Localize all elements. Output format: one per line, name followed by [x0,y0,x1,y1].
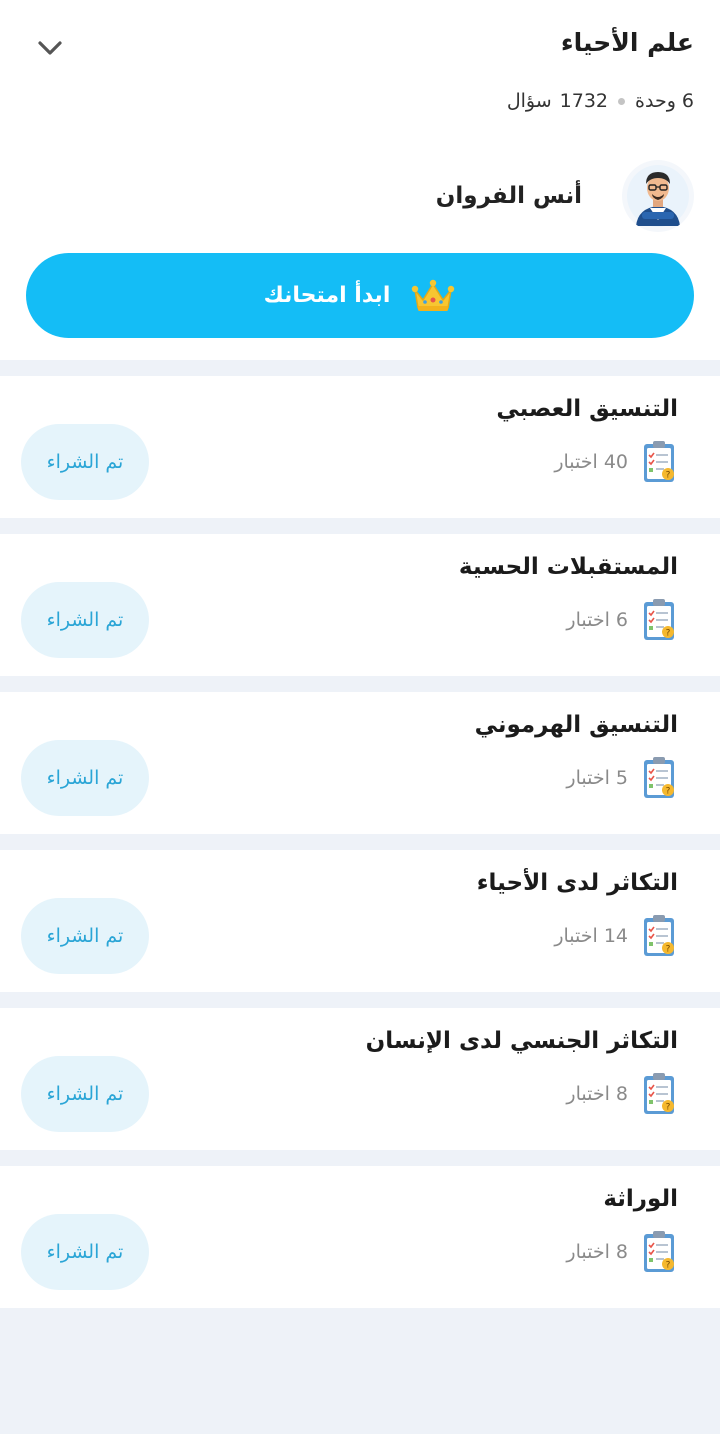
svg-text:?: ? [666,1261,671,1271]
unit-title: التكاثر لدى الأحياء [476,870,678,896]
clipboard-checklist-icon: ? [642,598,676,642]
units-count: 6 وحدة [635,90,694,112]
chevron-down-icon [38,41,62,55]
svg-text:?: ? [666,945,671,955]
unit-title: التكاثر الجنسي لدى الإنسان [365,1028,678,1054]
svg-text:?: ? [666,471,671,481]
clipboard-checklist-icon: ? [642,914,676,958]
unit-tests-count: 8 اختبار [566,1083,628,1105]
clipboard-checklist-icon: ? [642,1230,676,1274]
unit-tests-count: 8 اختبار [566,1241,628,1263]
unit-stats: ? 8 اختبار [566,1230,676,1274]
teacher-info[interactable]: أنس الفروان [436,160,694,232]
unit-card[interactable]: التنسيق العصبي ? 40 اختبار تم الشراء [0,376,720,518]
unit-tests-count: 5 اختبار [566,767,628,789]
collapse-button[interactable] [30,30,70,66]
purchased-button[interactable]: تم الشراء [21,898,149,974]
teacher-avatar [622,160,694,232]
unit-stats: ? 8 اختبار [566,1072,676,1116]
unit-tests-count: 14 اختبار [554,925,628,947]
clipboard-checklist-icon: ? [642,1072,676,1116]
separator-dot [618,97,626,105]
unit-card[interactable]: المستقبلات الحسية ? 6 اختبار تم الشراء [0,534,720,676]
unit-stats: ? 40 اختبار [554,440,676,484]
unit-stats: ? 14 اختبار [554,914,676,958]
avatar-illustration [627,165,689,227]
purchased-button[interactable]: تم الشراء [21,1056,149,1132]
subject-meta: 6 وحدة 1732 سؤال [507,90,694,112]
unit-stats: ? 5 اختبار [566,756,676,800]
teacher-name: أنس الفروان [435,183,582,209]
unit-card[interactable]: التكاثر لدى الأحياء ? 14 اختبار تم الشرا… [0,850,720,992]
unit-title: التنسيق الهرموني [474,712,678,738]
start-exam-button[interactable]: ابدأ امتحانك [26,253,694,338]
purchased-button[interactable]: تم الشراء [21,424,149,500]
clipboard-checklist-icon: ? [642,756,676,800]
start-exam-label: ابدأ امتحانك [263,283,391,308]
unit-title: التنسيق العصبي [496,396,678,422]
subject-title: علم الأحياء [560,28,694,57]
clipboard-checklist-icon: ? [642,440,676,484]
svg-text:?: ? [666,1103,671,1113]
questions-count: 1732 [559,90,609,112]
units-list: التنسيق العصبي ? 40 اختبار تم الشراء الم… [0,376,720,1308]
unit-tests-count: 40 اختبار [554,451,628,473]
svg-text:?: ? [666,787,671,797]
purchased-button[interactable]: تم الشراء [21,582,149,658]
unit-title: الوراثة [603,1186,678,1212]
purchased-button[interactable]: تم الشراء [21,1214,149,1290]
unit-card[interactable]: التنسيق الهرموني ? 5 اختبار تم الشراء [0,692,720,834]
unit-card[interactable]: التكاثر الجنسي لدى الإنسان ? 8 اختبار تم… [0,1008,720,1150]
unit-card[interactable]: الوراثة ? 8 اختبار تم الشراء [0,1166,720,1308]
unit-title: المستقبلات الحسية [458,554,678,580]
purchased-button[interactable]: تم الشراء [21,740,149,816]
questions-label: سؤال [506,90,552,112]
unit-tests-count: 6 اختبار [566,609,628,631]
unit-stats: ? 6 اختبار [566,598,676,642]
svg-text:?: ? [666,629,671,639]
crown-icon [412,279,455,311]
subject-header: علم الأحياء 6 وحدة 1732 سؤال أنس الفروان… [0,0,720,360]
